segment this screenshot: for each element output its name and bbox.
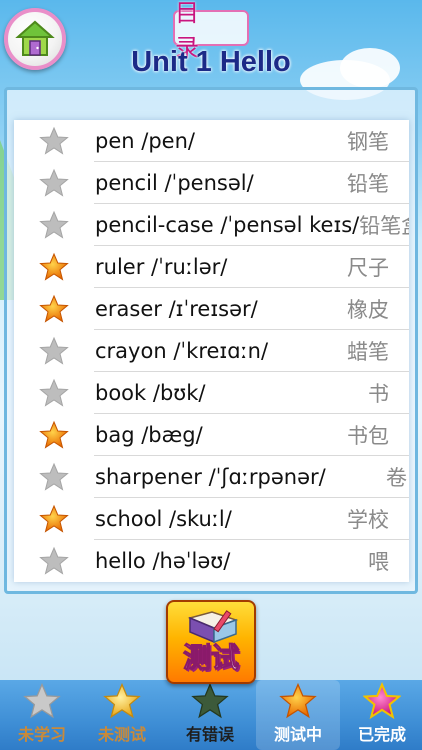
word-chinese: 卷 [386,465,407,490]
filter-label: 已完成 [357,725,406,744]
magenta-star-icon [363,682,401,720]
word-row[interactable]: eraser /ɪˈreɪsər/橡皮 [14,288,409,330]
word-text: sharpener /ˈʃɑːrpənər/ [95,464,326,489]
word-text: school /skuːl/ [95,506,232,531]
yellow-star-icon [103,682,141,720]
word-row[interactable]: sharpener /ˈʃɑːrpənər/卷 [14,456,409,498]
word-row[interactable]: pencil /ˈpensəl/铅笔 [14,162,409,204]
test-button-label: 测试 [182,641,239,675]
word-row[interactable]: school /skuːl/学校 [14,498,409,540]
status-star-icon [14,120,94,162]
gray-star-icon [23,682,61,720]
word-chinese: 橡皮 [347,297,389,322]
word-chinese: 蜡笔 [347,339,389,364]
status-star-icon [14,414,94,456]
darkgreen-star-icon [191,682,229,720]
word-text: bag /bæg/ [95,422,203,447]
word-chinese: 尺子 [347,255,389,280]
filter-label: 未测试 [97,725,146,744]
status-star-icon [14,540,94,582]
filter-completed[interactable]: 已完成 [340,680,422,750]
word-row[interactable]: crayon /ˈkreɪɑːn/蜡笔 [14,330,409,372]
word-chinese: 钢笔 [347,129,389,154]
status-star-icon [14,372,94,414]
status-star-icon [14,288,94,330]
page-title: 目 录 [173,0,249,62]
word-row[interactable]: pencil-case /ˈpensəl keɪs/铅笔盒 [14,204,409,246]
orange-star-icon [279,682,317,720]
word-row[interactable]: hello /həˈləʊ/喂 [14,540,409,582]
status-star-icon [14,162,94,204]
word-chinese: 喂 [368,550,389,574]
word-chinese: 书 [368,381,389,406]
word-row[interactable]: ruler /ˈruːlər/尺子 [14,246,409,288]
word-text: eraser /ɪˈreɪsər/ [95,296,258,321]
status-star-icon [14,204,94,246]
word-row[interactable]: bag /bæg/书包 [14,414,409,456]
filter-label: 有错误 [185,725,234,744]
word-row[interactable]: book /bʊk/书 [14,372,409,414]
word-chinese: 铅笔盒 [359,213,409,238]
filter-has-errors[interactable]: 有错误 [168,680,252,750]
filter-not-learned[interactable]: 未学习 [0,680,84,750]
filter-label: 测试中 [273,725,322,744]
test-button[interactable]: 测试 [166,600,256,684]
status-star-icon [14,246,94,288]
word-text: pencil /ˈpensəl/ [95,170,254,195]
word-chinese: 书包 [347,423,389,448]
status-star-icon [14,456,94,498]
word-list: pen /pen/钢笔 pencil /ˈpensəl/铅笔 pencil-ca… [14,120,409,582]
word-text: hello /həˈləʊ/ [95,549,231,573]
status-star-icon [14,498,94,540]
word-row[interactable]: pen /pen/钢笔 [14,120,409,162]
unit-title: Unit 1 Hello [131,46,291,78]
word-text: pencil-case /ˈpensəl keɪs/ [95,212,360,237]
word-text: pen /pen/ [95,128,195,153]
filter-not-tested[interactable]: 未测试 [80,680,164,750]
status-star-icon [14,330,94,372]
filter-testing[interactable]: 测试中 [256,680,340,750]
filter-label: 未学习 [17,725,66,744]
word-chinese: 铅笔 [347,171,389,196]
word-chinese: 学校 [347,507,389,532]
word-text: ruler /ˈruːlər/ [95,254,228,279]
word-text: book /bʊk/ [95,380,206,405]
word-text: crayon /ˈkreɪɑːn/ [95,338,269,363]
